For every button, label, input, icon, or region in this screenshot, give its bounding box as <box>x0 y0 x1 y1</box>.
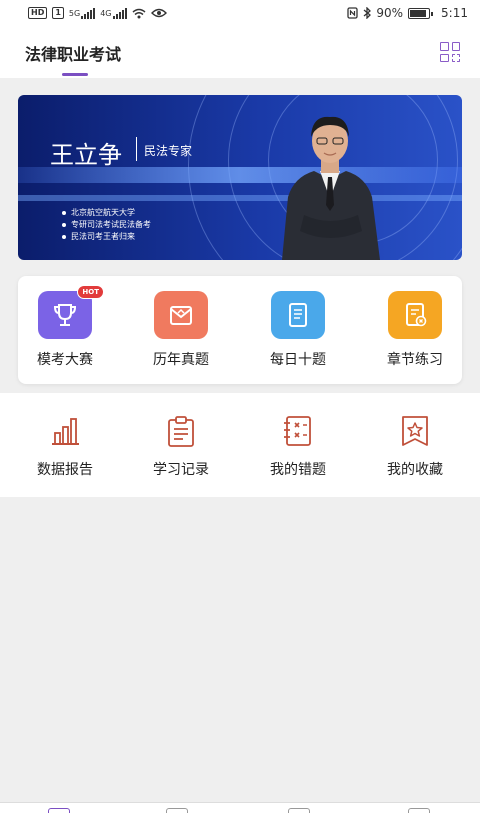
network-5g-label: 5G <box>68 8 81 18</box>
tool-study-record[interactable]: 学习记录 <box>131 415 231 479</box>
page-title[interactable]: 法律职业考试 <box>25 41 121 65</box>
banner-name: 王立争 <box>50 141 122 169</box>
status-bar: HD 1 5G 4G 90% 5:11 <box>0 0 480 26</box>
quick-actions-card: HOT 模考大赛 历年真题 每日十题 章节练习 <box>18 276 462 384</box>
tablet-icon[interactable] <box>271 291 325 339</box>
app-header: 法律职业考试 <box>0 26 480 78</box>
tool-label: 我的错题 <box>270 462 326 478</box>
quick-action-label: 历年真题 <box>153 352 209 368</box>
lecturer-photo <box>282 116 380 260</box>
quick-action-label: 模考大赛 <box>37 352 93 368</box>
nav-message-icon[interactable] <box>288 808 310 813</box>
banner-bullet: 专研司法考试民法备考 <box>62 219 151 231</box>
sim-badge: 1 <box>52 7 64 19</box>
envelope-icon[interactable] <box>154 291 208 339</box>
battery-fill <box>410 9 427 17</box>
status-left: HD 1 5G 4G <box>28 7 167 19</box>
battery-percent: 90% <box>376 6 404 20</box>
quick-action-chapter-practice[interactable]: 章节练习 <box>370 291 460 369</box>
clipboard-icon[interactable] <box>164 415 198 447</box>
tools-section: 数据报告 学习记录 我的错题 我的收藏 <box>0 393 480 497</box>
signal-icon <box>81 7 96 19</box>
bar-chart-icon[interactable] <box>48 415 82 447</box>
banner-bullet: 民法司考王者归来 <box>62 231 151 243</box>
tool-label: 学习记录 <box>153 462 209 478</box>
eye-icon <box>150 8 167 18</box>
hot-badge: HOT <box>77 285 104 299</box>
tool-wrong-questions[interactable]: 我的错题 <box>248 415 348 479</box>
bottom-nav <box>0 802 480 813</box>
quick-action-label: 每日十题 <box>270 352 326 368</box>
nav-home-icon[interactable] <box>48 808 70 813</box>
banner-stripe <box>18 195 462 201</box>
wifi-icon <box>132 8 145 18</box>
hd-badge: HD <box>28 7 48 19</box>
banner-divider <box>136 137 137 161</box>
nfc-icon <box>347 7 359 19</box>
tool-data-report[interactable]: 数据报告 <box>15 415 115 479</box>
quick-action-mock-exam[interactable]: HOT 模考大赛 <box>20 285 110 369</box>
grid-icon[interactable] <box>440 42 460 62</box>
trophy-icon[interactable]: HOT <box>38 285 104 339</box>
banner-subtitle: 民法专家 <box>144 144 193 158</box>
banner-bullet: 北京航空航天大学 <box>62 207 151 219</box>
banner-bullets: 北京航空航天大学 专研司法考试民法备考 民法司考王者归来 <box>62 207 151 243</box>
signal-icon-2 <box>112 7 127 19</box>
clock: 5:11 <box>441 6 468 20</box>
tool-favorites[interactable]: 我的收藏 <box>365 415 465 479</box>
quick-action-label: 章节练习 <box>387 352 443 368</box>
bookmark-star-icon[interactable] <box>398 415 432 447</box>
tool-label: 我的收藏 <box>387 462 443 478</box>
nav-profile-icon[interactable] <box>408 808 430 813</box>
document-x-icon[interactable] <box>388 291 442 339</box>
status-right: 90% 5:11 <box>347 6 468 20</box>
quick-action-past-exams[interactable]: 历年真题 <box>136 291 226 369</box>
battery-icon <box>408 7 434 19</box>
nav-course-icon[interactable] <box>166 808 188 813</box>
network-4g-label: 4G <box>100 8 112 18</box>
promo-banner[interactable]: 王立争 民法专家 北京航空航天大学 专研司法考试民法备考 民法司考王者归来 <box>18 95 462 260</box>
title-underline <box>62 73 88 76</box>
quick-action-daily-ten[interactable]: 每日十题 <box>253 291 343 369</box>
bluetooth-icon <box>363 7 372 19</box>
notebook-x-icon[interactable] <box>281 415 315 447</box>
tool-label: 数据报告 <box>37 462 93 478</box>
